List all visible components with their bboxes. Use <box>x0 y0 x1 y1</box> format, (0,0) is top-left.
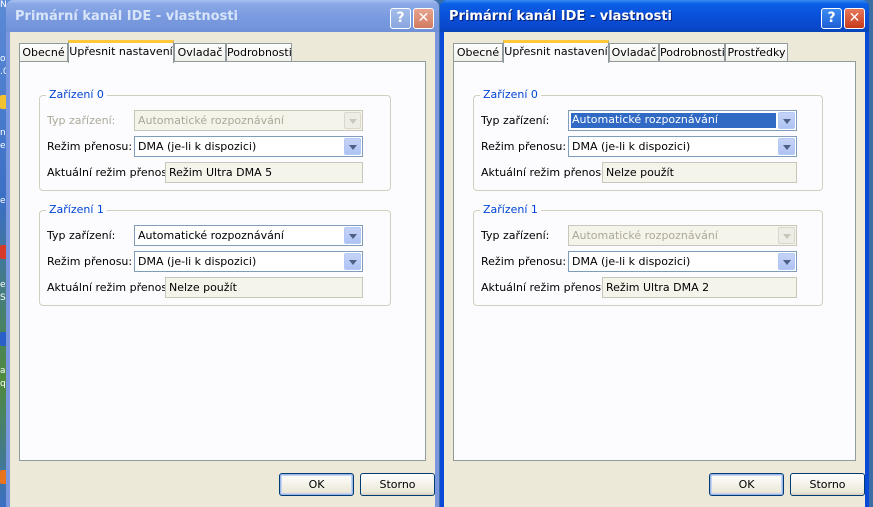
current-mode-label: Aktuální režim přenosu: <box>47 166 178 179</box>
current-mode-field: Režim Ultra DMA 2 <box>602 277 797 298</box>
tab-details[interactable]: Podrobnosti <box>659 43 725 62</box>
device-type-label: Typ zařízení: <box>47 114 116 127</box>
window-title: Primární kanál IDE - vlastnosti <box>15 9 238 24</box>
transfer-mode-value: DMA (je-li k dispozici) <box>572 140 691 153</box>
device-type-value: Automatické rozpoznávání <box>138 114 284 127</box>
device-0-group: Zařízení 0 Typ zařízení: Automatické roz… <box>473 88 823 191</box>
tab-advanced-settings[interactable]: Upřesnit nastavení <box>503 40 609 63</box>
chevron-down-icon[interactable] <box>778 138 795 155</box>
device-type-value: Automatické rozpoznávání <box>138 229 284 242</box>
current-mode-label: Aktuální režim přenosu: <box>481 281 612 294</box>
tab-panel: Zařízení 0 Typ zařízení: Automatické roz… <box>19 61 426 461</box>
properties-dialog-right: Primární kanál IDE - vlastnosti ? ✕ Obec… <box>440 0 869 507</box>
tab-panel: Zařízení 0 Typ zařízení: Automatické roz… <box>453 61 856 461</box>
transfer-mode-select[interactable]: DMA (je-li k dispozici) <box>134 136 363 157</box>
current-mode-value: Režim Ultra DMA 5 <box>169 166 273 179</box>
dialog-client: Obecné Upřesnit nastavení Ovladač Podrob… <box>444 32 865 507</box>
current-mode-value: Nelze použít <box>606 166 674 179</box>
help-icon[interactable]: ? <box>821 8 842 29</box>
close-icon[interactable]: ✕ <box>844 8 865 29</box>
device-0-group: Zařízení 0 Typ zařízení: Automatické roz… <box>39 88 391 191</box>
tab-advanced-settings[interactable]: Upřesnit nastavení <box>68 40 174 63</box>
chevron-down-icon[interactable] <box>344 227 361 244</box>
transfer-mode-select[interactable]: DMA (je-li k dispozici) <box>568 136 797 157</box>
device-type-label: Typ zařízení: <box>47 229 116 242</box>
device-type-select[interactable]: Automatické rozpoznávání <box>568 110 797 131</box>
transfer-mode-value: DMA (je-li k dispozici) <box>138 255 257 268</box>
tab-resources[interactable]: Prostředky <box>725 43 788 62</box>
device-1-group: Zařízení 1 Typ zařízení: Automatické roz… <box>39 203 391 306</box>
current-mode-label: Aktuální režim přenosu: <box>47 281 178 294</box>
cancel-button[interactable]: Storno <box>360 473 435 496</box>
tab-general[interactable]: Obecné <box>453 43 503 62</box>
close-icon[interactable]: ✕ <box>413 8 434 29</box>
ok-button[interactable]: OK <box>709 473 784 496</box>
current-mode-value: Režim Ultra DMA 2 <box>606 281 710 294</box>
tab-driver[interactable]: Ovladač <box>174 43 226 62</box>
group-title: Zařízení 1 <box>480 203 541 216</box>
dialog-client: Obecné Upřesnit nastavení Ovladač Podrob… <box>10 32 435 507</box>
device-type-select: Automatické rozpoznávání <box>568 225 797 246</box>
group-title: Zařízení 1 <box>46 203 107 216</box>
window-title: Primární kanál IDE - vlastnosti <box>449 9 672 24</box>
chevron-down-icon[interactable] <box>778 253 795 270</box>
current-mode-label: Aktuální režim přenosu: <box>481 166 612 179</box>
transfer-mode-label: Režim přenosu: <box>47 140 133 153</box>
ok-button[interactable]: OK <box>279 473 354 496</box>
transfer-mode-select[interactable]: DMA (je-li k dispozici) <box>134 251 363 272</box>
chevron-down-icon <box>344 112 361 129</box>
chevron-down-icon[interactable] <box>344 253 361 270</box>
transfer-mode-label: Režim přenosu: <box>481 140 567 153</box>
chevron-down-icon <box>778 227 795 244</box>
device-type-select: Automatické rozpoznávání <box>134 110 363 131</box>
tab-details[interactable]: Podrobnosti <box>226 43 292 62</box>
device-type-value: Automatické rozpoznávání <box>572 229 718 242</box>
transfer-mode-value: DMA (je-li k dispozici) <box>138 140 257 153</box>
current-mode-field: Nelze použít <box>165 277 363 298</box>
title-bar[interactable]: Primární kanál IDE - vlastnosti ? ✕ <box>6 0 439 32</box>
transfer-mode-label: Režim přenosu: <box>481 255 567 268</box>
current-mode-value: Nelze použít <box>169 281 237 294</box>
transfer-mode-select[interactable]: DMA (je-li k dispozici) <box>568 251 797 272</box>
transfer-mode-label: Režim přenosu: <box>47 255 133 268</box>
properties-dialog-left: Primární kanál IDE - vlastnosti ? ✕ Obec… <box>6 0 439 507</box>
current-mode-field: Režim Ultra DMA 5 <box>165 162 363 183</box>
group-title: Zařízení 0 <box>480 88 541 101</box>
chevron-down-icon[interactable] <box>344 138 361 155</box>
tab-general[interactable]: Obecné <box>19 43 68 62</box>
device-type-value: Automatické rozpoznávání <box>571 113 776 128</box>
tab-driver[interactable]: Ovladač <box>609 43 659 62</box>
transfer-mode-value: DMA (je-li k dispozici) <box>572 255 691 268</box>
current-mode-field: Nelze použít <box>602 162 797 183</box>
title-bar[interactable]: Primární kanál IDE - vlastnosti ? ✕ <box>440 0 869 32</box>
chevron-down-icon[interactable] <box>778 112 795 129</box>
device-1-group: Zařízení 1 Typ zařízení: Automatické roz… <box>473 203 823 306</box>
device-type-label: Typ zařízení: <box>481 229 550 242</box>
device-type-select[interactable]: Automatické rozpoznávání <box>134 225 363 246</box>
cancel-button[interactable]: Storno <box>790 473 865 496</box>
device-type-label: Typ zařízení: <box>481 114 550 127</box>
help-icon[interactable]: ? <box>390 8 411 29</box>
group-title: Zařízení 0 <box>46 88 107 101</box>
